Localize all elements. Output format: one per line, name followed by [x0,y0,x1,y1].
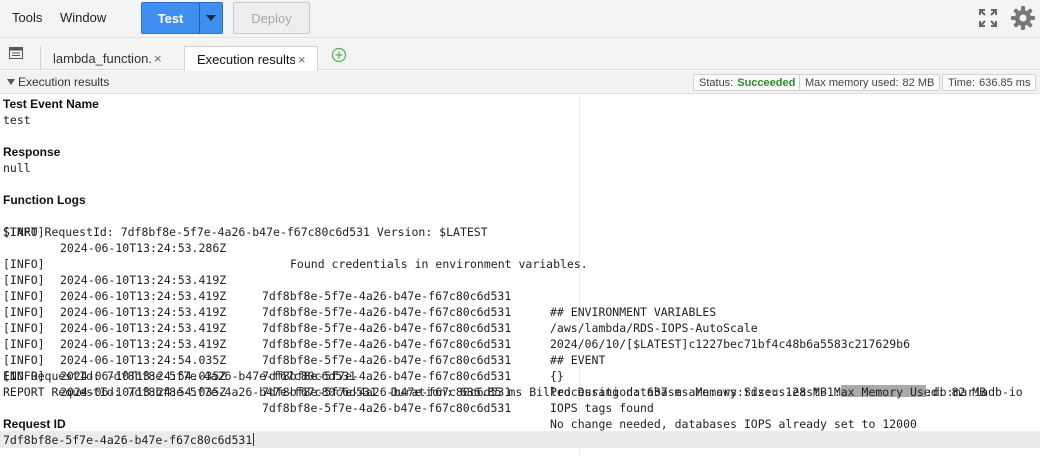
tab-label: Execution results [197,51,295,67]
status-value: Succeeded [737,76,796,89]
log-message: {} [550,369,564,383]
log-timestamp: 2024-06-10T13:24:53.419Z [60,273,227,287]
log-line: [INFO] 2024-06-10T13:24:53.419Z 7df8bf8e… [3,304,564,383]
gear-icon[interactable] [1010,5,1036,31]
log-timestamp: 2024-06-10T13:24:53.286Z [60,241,227,255]
log-request-id: 7df8bf8e-5f7e-4a26-b47e-f67c80c6d531 [262,305,512,319]
log-message: 2024/06/10/[$LATEST]c1227bec71bf4c48b6a5… [550,337,911,351]
log-line: [INFO] 2024-06-10T13:24:53.419Z 7df8bf8e… [3,288,605,367]
tab-label: lambda_function.py [53,50,151,66]
time-label: Time: [948,76,976,89]
test-event-name-label: Test Event Name [3,97,99,111]
test-event-name-value: test [3,113,31,127]
close-icon[interactable]: × [154,51,162,66]
log-report-line: REPORT RequestId: 7df8bf8e-5f7e-4a26-b47… [3,385,987,399]
add-tab-icon[interactable] [331,47,347,63]
execution-results-header[interactable]: Execution results Status: Succeeded Max … [0,71,1040,94]
log-request-id: 7df8bf8e-5f7e-4a26-b47e-f67c80c6d531 [262,337,512,351]
editor-tab-bar: lambda_function.py × Execution results × [0,38,1040,71]
status-badge: Status: Succeeded [693,74,802,91]
memory-badge: Max memory used: 82 MB [799,74,941,91]
caret-down-icon [206,15,216,21]
status-label: Status: [699,76,734,89]
memory-label: Max memory used: [805,76,899,89]
log-message: ## ENVIRONMENT VARIABLES [550,305,717,319]
function-logs-label: Function Logs [3,193,86,207]
time-value: 636.85 ms [979,76,1031,89]
log-request-id: 7df8bf8e-5f7e-4a26-b47e-f67c80c6d531 [262,353,512,367]
log-start-line: START RequestId: 7df8bf8e-5f7e-4a26-b47e… [3,225,488,239]
log-line: [INFO] 2024-06-10T13:24:53.419Z 7df8bf8e… [3,240,716,319]
log-request-id: 7df8bf8e-5f7e-4a26-b47e-f67c80c6d531 [262,321,512,335]
request-id-value[interactable]: 7df8bf8e-5f7e-4a26-b47e-f67c80c6d531 [3,432,255,448]
request-id-label: Request ID [3,417,66,431]
log-message: No change needed, databases IOPS already… [550,417,917,431]
log-line: [INFO] 2024-06-10T13:24:53.419Z 7df8bf8e… [3,256,758,335]
log-request-id: 7df8bf8e-5f7e-4a26-b47e-f67c80c6d531 [262,289,512,303]
response-value: null [3,161,31,175]
log-line: [INFO] 2024-06-10T13:24:53.419Z 7df8bf8e… [3,272,910,351]
fullscreen-icon[interactable] [978,8,998,28]
log-message: /aws/lambda/RDS-IOPS-AutoScale [550,321,758,335]
menu-window[interactable]: Window [60,10,106,25]
close-icon[interactable]: × [298,52,306,67]
time-badge: Time: 636.85 ms [942,74,1037,91]
log-end-line: END RequestId: 7df8bf8e-5f7e-4a26-b47e-f… [3,369,357,383]
request-id-text: 7df8bf8e-5f7e-4a26-b47e-f67c80c6d531 [3,433,253,447]
menu-tools[interactable]: Tools [12,10,42,25]
test-dropdown-button[interactable] [200,3,222,33]
test-split-button: Test [141,2,223,34]
triangle-down-icon[interactable] [7,79,15,85]
log-timestamp: 2024-06-10T13:24:53.419Z [60,289,227,303]
log-timestamp: 2024-06-10T13:24:54.035Z [60,353,227,367]
tab-execution-results[interactable]: Execution results × [184,46,318,71]
execution-results-content[interactable]: Test Event Name test Response null Funct… [0,95,1040,456]
log-line: [INFO] 2024-06-10T13:24:53.286Z Found cr… [3,208,588,271]
log-line: [INFO] 2024-06-10T13:24:54.035Z 7df8bf8e… [3,320,1023,399]
log-message: ## EVENT [550,353,606,367]
response-label: Response [3,145,61,159]
log-line: [INFO] 2024-06-10T13:24:54.035Z 7df8bf8e… [3,352,917,431]
log-timestamp: 2024-06-10T13:24:53.419Z [60,321,227,335]
memory-value: 82 MB [902,76,935,89]
tab-lambda-function[interactable]: lambda_function.py × [40,46,174,70]
log-request-id: 7df8bf8e-5f7e-4a26-b47e-f67c80c6d531 [262,401,512,415]
log-timestamp: 2024-06-10T13:24:53.419Z [60,305,227,319]
log-timestamp: 2024-06-10T13:24:53.419Z [60,337,227,351]
log-message: Found credentials in environment variabl… [290,257,588,271]
deploy-button[interactable]: Deploy [233,2,310,34]
log-message: IOPS tags found [550,401,654,415]
section-title: Execution results [18,75,110,89]
text-cursor [253,433,255,446]
log-line: [INFO] 2024-06-10T13:24:54.035Z 7df8bf8e… [3,336,654,415]
tabs-menu-icon[interactable] [9,47,23,59]
test-button[interactable]: Test [142,3,200,33]
menu-bar: Tools Window Test Deploy [0,0,1040,38]
